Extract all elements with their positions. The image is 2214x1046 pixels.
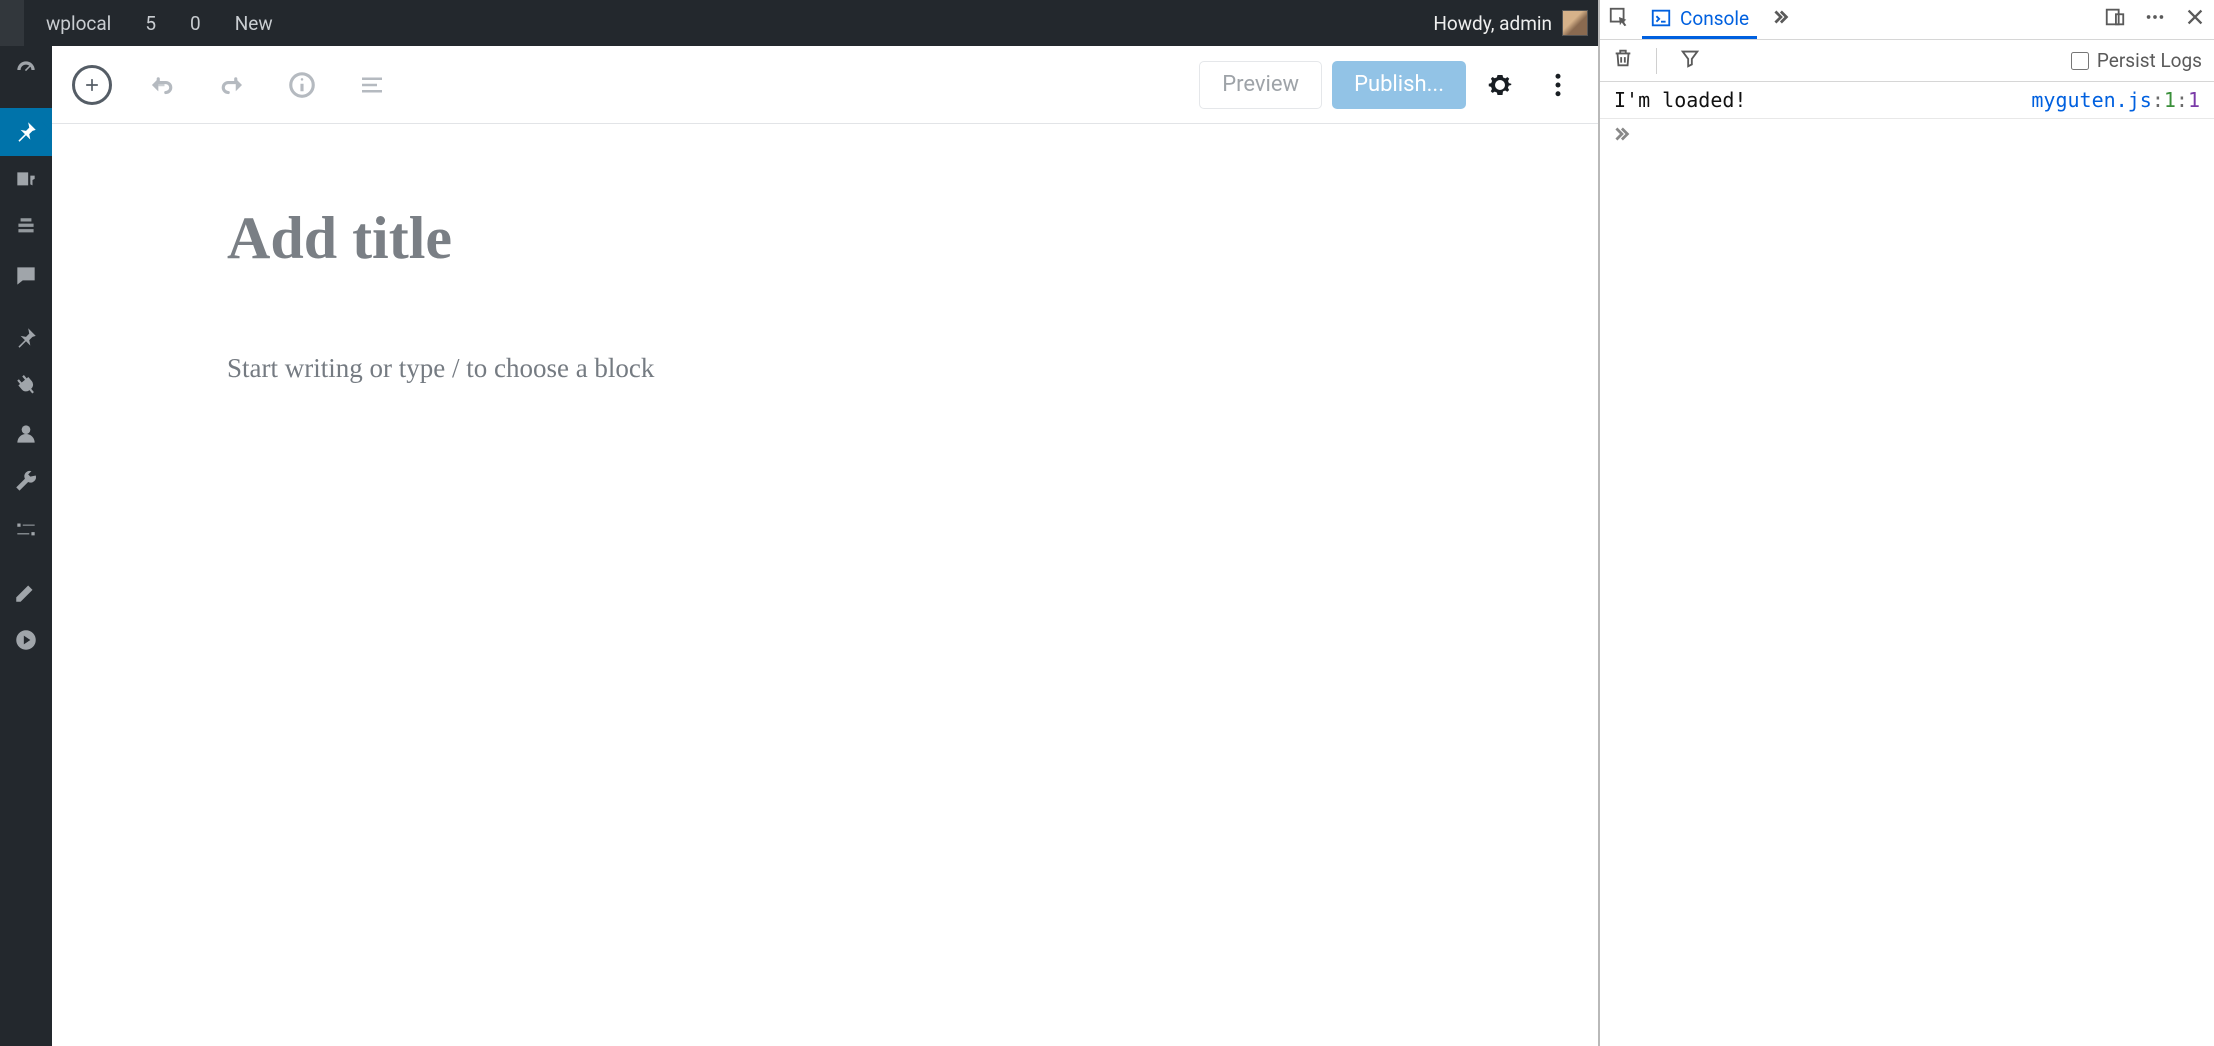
- log-source[interactable]: myguten.js:1:1: [2031, 88, 2200, 112]
- sidebar-item-comments[interactable]: [0, 252, 52, 300]
- trash-icon: [1612, 47, 1634, 69]
- redo-button[interactable]: [208, 61, 256, 109]
- pin-icon: [13, 325, 39, 351]
- persist-logs-label: Persist Logs: [2097, 49, 2202, 72]
- sidebar-item-posts[interactable]: [0, 108, 52, 156]
- sidebar-item-play[interactable]: [0, 616, 52, 664]
- plus-icon: [82, 75, 102, 95]
- site-name: wplocal: [46, 12, 111, 35]
- editor-canvas[interactable]: Add title Start writing or type / to cho…: [52, 124, 1598, 1046]
- wp-admin-bar: wplocal 5 0 New Howdy, admin: [0, 0, 1598, 46]
- sidebar-item-dashboard[interactable]: [0, 46, 52, 94]
- undo-icon: [147, 70, 177, 100]
- media-icon: [13, 167, 39, 193]
- howdy-text: Howdy, admin: [1433, 12, 1552, 35]
- devtools-panel: Console Persist Logs I'm loaded! myguten…: [1598, 0, 2214, 1046]
- updates-count: 5: [145, 12, 156, 35]
- editor-toolbar: Preview Publish...: [52, 46, 1598, 124]
- toolbar-left: [68, 61, 396, 109]
- redo-icon: [217, 70, 247, 100]
- funnel-icon: [1679, 47, 1701, 69]
- plug-icon: [13, 373, 39, 399]
- more-horizontal-icon: [2144, 6, 2166, 28]
- block-editor: Preview Publish... Add title Start writi…: [52, 46, 1598, 1046]
- admin-bar-account[interactable]: Howdy, admin: [1433, 10, 1598, 36]
- add-block-button[interactable]: [68, 61, 116, 109]
- comments-count: 0: [190, 12, 201, 35]
- inspector-picker-button[interactable]: [1608, 6, 1630, 33]
- console-log-row: I'm loaded! myguten.js:1:1: [1600, 82, 2214, 118]
- devtools-tabbar: Console: [1600, 0, 2214, 40]
- console-tab-label: Console: [1680, 7, 1749, 30]
- sidebar-item-edit[interactable]: [0, 568, 52, 616]
- list-icon: [357, 70, 387, 100]
- info-icon: [287, 70, 317, 100]
- tabs-overflow-button[interactable]: [1769, 6, 1791, 33]
- responsive-mode-button[interactable]: [2104, 6, 2126, 33]
- preview-button[interactable]: Preview: [1199, 61, 1322, 109]
- comment-icon: [13, 263, 39, 289]
- sliders-icon: [13, 517, 39, 543]
- sidebar-item-settings[interactable]: [0, 506, 52, 554]
- sidebar-item-media[interactable]: [0, 156, 52, 204]
- sidebar-item-pages[interactable]: [0, 204, 52, 252]
- sidebar-item-users[interactable]: [0, 410, 52, 458]
- admin-bar-left: wplocal 5 0 New: [0, 0, 285, 46]
- outline-button[interactable]: [348, 61, 396, 109]
- post-title-placeholder[interactable]: Add title: [227, 204, 1598, 273]
- pin-icon: [13, 119, 39, 145]
- sidebar-item-pin2[interactable]: [0, 314, 52, 362]
- new-content-link[interactable]: New: [213, 0, 285, 46]
- console-toolbar: Persist Logs: [1600, 40, 2214, 82]
- sidebar-item-tools[interactable]: [0, 458, 52, 506]
- devtools-menu-button[interactable]: [2144, 6, 2166, 33]
- comments-link[interactable]: 0: [168, 0, 213, 46]
- log-message: I'm loaded!: [1614, 88, 2031, 112]
- more-button[interactable]: [1534, 61, 1582, 109]
- site-link[interactable]: wplocal: [24, 0, 123, 46]
- dashboard-icon: [13, 57, 39, 83]
- user-icon: [13, 421, 39, 447]
- chevrons-right-icon: [1610, 123, 1632, 145]
- updates-link[interactable]: 5: [123, 0, 168, 46]
- preview-label: Preview: [1222, 72, 1299, 97]
- info-button[interactable]: [278, 61, 326, 109]
- admin-sidebar: [0, 46, 52, 1046]
- new-label: New: [235, 12, 273, 35]
- devtools-close-button[interactable]: [2184, 6, 2206, 33]
- console-tab[interactable]: Console: [1642, 1, 1757, 39]
- publish-label: Publish...: [1354, 72, 1444, 97]
- persist-logs-checkbox[interactable]: [2071, 52, 2089, 70]
- settings-button[interactable]: [1476, 61, 1524, 109]
- play-circle-icon: [13, 627, 39, 653]
- chevrons-right-icon: [1769, 6, 1791, 28]
- toolbar-right: Preview Publish...: [1199, 61, 1582, 109]
- avatar: [1562, 10, 1588, 36]
- undo-button[interactable]: [138, 61, 186, 109]
- close-icon: [2184, 6, 2206, 28]
- console-icon: [1650, 7, 1672, 29]
- more-vertical-icon: [1543, 70, 1573, 100]
- sidebar-item-plugins[interactable]: [0, 362, 52, 410]
- filter-button[interactable]: [1679, 47, 1701, 74]
- wrench-icon: [13, 469, 39, 495]
- clear-console-button[interactable]: [1612, 47, 1634, 74]
- console-output: I'm loaded! myguten.js:1:1: [1600, 82, 2214, 1046]
- publish-button[interactable]: Publish...: [1332, 61, 1466, 109]
- inspect-icon: [1608, 6, 1630, 28]
- pencil-icon: [13, 579, 39, 605]
- devices-icon: [2104, 6, 2126, 28]
- post-body-placeholder[interactable]: Start writing or type / to choose a bloc…: [227, 353, 1598, 384]
- gear-icon: [1485, 70, 1515, 100]
- wp-logo-menu[interactable]: [0, 0, 24, 46]
- pages-icon: [13, 215, 39, 241]
- console-prompt[interactable]: [1600, 118, 2214, 149]
